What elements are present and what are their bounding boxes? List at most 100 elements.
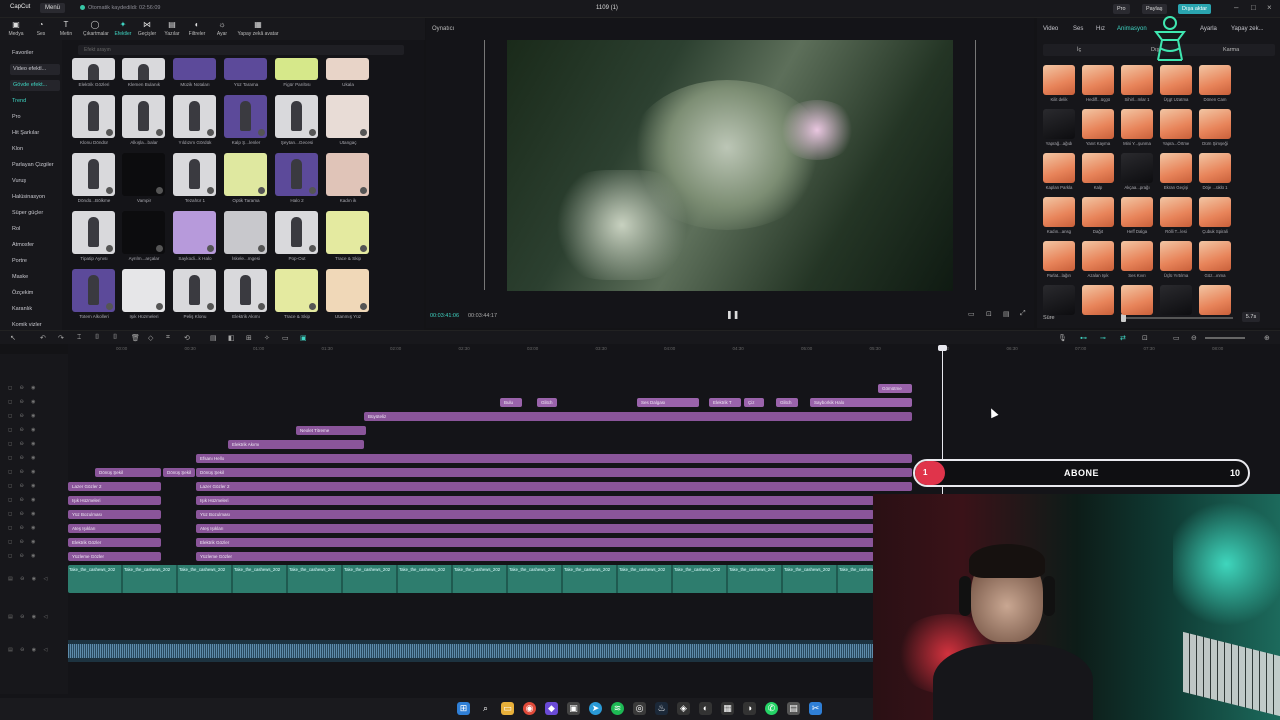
minimize-icon[interactable]: – xyxy=(1234,3,1238,12)
sidebar-item-hallucination[interactable]: Halüsinasyon xyxy=(0,190,62,204)
tab-ai[interactable]: Yapay zek... xyxy=(1231,26,1264,32)
app-icon[interactable]: ◈ xyxy=(677,702,690,715)
tool-effects[interactable]: ✦ Efektler xyxy=(111,20,135,37)
effect-thumb[interactable] xyxy=(173,58,216,80)
zoom-out-icon[interactable]: ⊖ xyxy=(1191,334,1197,342)
focus-icon[interactable]: ⊡ xyxy=(986,310,992,318)
animation-preset[interactable] xyxy=(1160,197,1192,227)
timeline-clip[interactable]: Sayborkik Halo xyxy=(810,398,912,407)
effect-thumb[interactable] xyxy=(122,211,165,254)
split-icon[interactable]: ⌶ xyxy=(77,334,81,342)
timeline-clip[interactable]: Elektrik Akımı xyxy=(228,440,364,449)
menu-button[interactable]: Menü xyxy=(40,3,66,13)
effect-thumb[interactable] xyxy=(173,153,216,196)
animation-preset[interactable] xyxy=(1043,109,1075,139)
effect-thumb[interactable] xyxy=(326,153,369,196)
maximize-icon[interactable]: □ xyxy=(1251,3,1256,12)
timeline-clip[interactable]: Işık Hüzmeleri xyxy=(68,496,161,505)
obs-icon[interactable]: ◑ xyxy=(743,702,756,715)
track-controls[interactable]: ▤ ⊖ ◉ ◁ xyxy=(8,647,50,653)
effect-thumb[interactable] xyxy=(275,211,318,254)
tool-media[interactable]: ▣ Medya xyxy=(4,20,28,37)
spotify-icon[interactable]: ≋ xyxy=(611,702,624,715)
timeline-ruler[interactable]: 00:00 00:30 01:00 01:30 02:00 02:30 03:00 03:30… xyxy=(68,344,1280,354)
tab-adjust[interactable]: Ayarla xyxy=(1200,26,1217,32)
effect-thumb[interactable] xyxy=(122,58,165,80)
track-controls[interactable]: ◻ ⊖ ◉ xyxy=(8,399,38,405)
freeze-icon[interactable]: ▤ xyxy=(210,334,217,342)
animation-preset[interactable] xyxy=(1121,153,1153,183)
sidebar-item-favorites[interactable]: Favoriler xyxy=(0,46,62,60)
animation-preset[interactable] xyxy=(1160,241,1192,271)
tab-video[interactable]: Video xyxy=(1043,26,1058,32)
animation-preset[interactable] xyxy=(1199,285,1231,315)
playhead-handle[interactable] xyxy=(938,345,947,351)
effect-thumb[interactable] xyxy=(173,269,216,312)
track-controls[interactable]: ◻ ⊖ ◉ xyxy=(8,427,38,433)
tool-transitions[interactable]: ⋈ Geçişler xyxy=(135,20,159,37)
reverse-icon[interactable]: ◧ xyxy=(228,334,235,342)
track-controls[interactable]: ◻ ⊖ ◉ xyxy=(8,525,38,531)
track-controls[interactable]: ◻ ⊖ ◉ xyxy=(8,497,38,503)
zoom-fit-icon[interactable]: ▭ xyxy=(1173,334,1180,342)
track-controls[interactable]: ◻ ⊖ ◉ xyxy=(8,413,38,419)
sidebar-item-hit-songs[interactable]: Hit Şarkılar xyxy=(0,126,62,140)
snap-icon[interactable]: ⊸ xyxy=(1100,334,1106,342)
animation-preset[interactable] xyxy=(1121,241,1153,271)
steam-icon[interactable]: ♨ xyxy=(655,702,668,715)
animation-preset[interactable] xyxy=(1199,197,1231,227)
timeline-clip[interactable]: Ses Dalgası xyxy=(637,398,699,407)
chrome-icon[interactable]: ◉ xyxy=(523,702,536,715)
effect-thumb[interactable] xyxy=(326,211,369,254)
timeline-clip[interactable]: Elektrik Gözler xyxy=(196,538,874,547)
timeline-clip[interactable]: Elektrik T xyxy=(709,398,741,407)
effect-thumb[interactable] xyxy=(72,58,115,80)
split-right-icon[interactable]: ⌷ xyxy=(113,334,117,342)
tool-audio[interactable]: ◔ Ses xyxy=(29,20,53,37)
animation-preset[interactable] xyxy=(1160,65,1192,95)
capcut-taskbar-icon[interactable]: ✂ xyxy=(809,702,822,715)
animation-preset[interactable] xyxy=(1082,109,1114,139)
timeline-clip[interactable]: Elektrik Gözler xyxy=(68,538,161,547)
sidebar-item-superpowers[interactable]: Süper güçler xyxy=(0,206,62,220)
animation-preset[interactable] xyxy=(1160,109,1192,139)
redo-icon[interactable]: ↷ xyxy=(58,334,64,342)
mic-icon[interactable]: 🎙 xyxy=(1058,334,1067,342)
link-icon[interactable]: ⊷ xyxy=(1080,334,1087,342)
tool-adjust[interactable]: ☼ Ayar xyxy=(210,20,234,37)
effect-thumb[interactable] xyxy=(224,269,267,312)
shield-icon[interactable]: ◇ xyxy=(148,334,153,342)
sidebar-item-mask[interactable]: Maske xyxy=(0,270,62,284)
app-icon[interactable]: ▦ xyxy=(721,702,734,715)
sidebar-item-atmosphere[interactable]: Atmosfer xyxy=(0,238,62,252)
effect-thumb[interactable] xyxy=(224,95,267,138)
track-controls[interactable]: ◻ ⊖ ◉ xyxy=(8,483,38,489)
effect-thumb[interactable] xyxy=(275,153,318,196)
timeline-clip[interactable]: Işık Hüzmeleri xyxy=(196,496,874,505)
app-icon[interactable]: ◐ xyxy=(699,702,712,715)
timeline-clip[interactable]: Dönüş Şekil xyxy=(163,468,195,477)
tool-filters[interactable]: ◐ Filtreler xyxy=(185,20,209,37)
track-controls[interactable]: ◻ ⊖ ◉ xyxy=(8,385,38,391)
animation-preset[interactable] xyxy=(1199,109,1231,139)
zoom-slider[interactable] xyxy=(1205,337,1245,339)
export-button[interactable]: Dışa aktar xyxy=(1178,4,1212,14)
animation-preset[interactable] xyxy=(1082,65,1114,95)
tool-stickers[interactable]: ◯ Çıkartmalar xyxy=(83,20,109,37)
timeline-clip[interactable]: Ateş Işıkları xyxy=(68,524,161,533)
track-controls[interactable]: ◻ ⊖ ◉ xyxy=(8,469,38,475)
subtab-in[interactable]: İç xyxy=(1077,47,1081,53)
timeline-clip[interactable]: Neolet Titreme xyxy=(296,426,366,435)
effect-thumb[interactable] xyxy=(72,95,115,138)
effect-thumb[interactable] xyxy=(275,58,318,80)
delete-icon[interactable]: 🗑 xyxy=(131,334,140,342)
effect-thumb[interactable] xyxy=(173,211,216,254)
telegram-icon[interactable]: ➤ xyxy=(589,702,602,715)
sidebar-item-dark[interactable]: Karanlık xyxy=(0,302,62,316)
tool-ai-avatar[interactable]: ▦ Yapay zekâ avatar xyxy=(236,20,280,37)
sidebar-item-clone[interactable]: Klon xyxy=(0,142,62,156)
app-icon[interactable]: ▤ xyxy=(787,702,800,715)
mirror-icon[interactable]: ⟲ xyxy=(184,334,190,342)
share-button[interactable]: Paylaş xyxy=(1142,4,1167,14)
video-preview[interactable] xyxy=(507,40,953,291)
